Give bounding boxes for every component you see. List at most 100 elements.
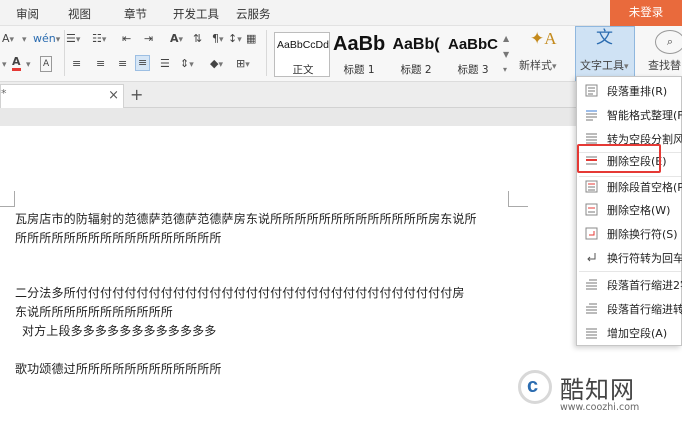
line-spacing-options-icon[interactable]: ⇕▾ (180, 57, 194, 72)
divider (266, 30, 267, 76)
margin-mark (0, 206, 15, 207)
style-name: 标题 3 (457, 64, 489, 76)
menu-item-label: 换行符转为回车( (607, 252, 682, 265)
style-heading-1[interactable]: AaBb 标题 1 (330, 32, 386, 77)
word-tools-dropdown: 段落重排(R) 智能格式整理(F) 转为空段分割风格 删除空段(E) 删除段首空… (576, 76, 682, 346)
menu-chapter[interactable]: 章节 (124, 6, 147, 22)
watermark-logo-icon: c (518, 370, 552, 404)
document-line: 歌功颂德过所所所所所所所所所所所所 (15, 362, 222, 376)
highlight-annotation (577, 144, 661, 173)
menu-item-indent-convert[interactable]: 段落首行缩进转为 (577, 297, 682, 321)
chinese-layout-icon[interactable]: A▾ (170, 32, 183, 47)
document-line: 瓦房店市的防辐射的范德萨范德萨范德萨房东说所所所所所所所所所所所所所房东说所 (15, 212, 477, 226)
font-color-dropdown-icon[interactable]: ▾ (2, 57, 7, 72)
table-icon[interactable]: ▦ (246, 32, 256, 46)
menu-item-paragraph-rearrange[interactable]: 段落重排(R) (577, 79, 682, 103)
delete-leading-spaces-icon (585, 180, 598, 193)
menu-item-label: 段落首行缩进2字 (607, 279, 682, 292)
font-color-icon[interactable]: A (12, 56, 21, 71)
menu-item-add-empty-paragraph[interactable]: 增加空段(A) (577, 321, 682, 345)
gallery-scroll-up-icon[interactable]: ▲ (503, 32, 509, 46)
document-line: 对方上段多多多多多多多多多多多多 (22, 324, 217, 338)
menu-item-line-break-to-return[interactable]: 换行符转为回车( (577, 246, 682, 270)
first-line-indent-icon (586, 279, 597, 290)
document-line: 二分法多所付付付付付付付付付付付付付付付付付付付付付付付付付付付付付付付房 (15, 286, 465, 300)
new-style-button[interactable]: 新样式▾ (519, 59, 557, 74)
find-replace-label[interactable]: 查找替 (648, 59, 681, 73)
find-replace-icon[interactable]: ⌕ (655, 30, 682, 54)
indent-convert-icon (586, 303, 597, 314)
style-normal[interactable]: AaBbCcDd 正文 (274, 32, 330, 77)
watermark-logo-glyph: c (527, 375, 539, 397)
style-name: 正文 (292, 64, 314, 76)
style-preview: AaBb( (392, 36, 440, 53)
word-tools-label-wrap: 文字工具▾ (580, 59, 629, 72)
style-heading-2[interactable]: AaBb( 标题 2 (387, 32, 443, 77)
smart-format-icon (586, 110, 597, 121)
menu-item-label: 段落重排(R) (607, 85, 668, 98)
margin-mark (14, 191, 15, 206)
align-center-icon[interactable]: ≡ (96, 57, 105, 71)
menu-cloud-service[interactable]: 云服务 (236, 6, 271, 22)
style-heading-3[interactable]: AaBbC 标题 3 (444, 32, 500, 77)
style-preview: AaBbC (447, 36, 498, 53)
menu-item-delete-spaces[interactable]: 删除空格(W) (577, 198, 682, 222)
menu-developer-tools[interactable]: 开发工具 (173, 6, 219, 22)
gallery-scroll-down-icon[interactable]: ▼ (503, 48, 509, 62)
align-right-icon[interactable]: ≡ (118, 57, 127, 71)
menu-item-label: 增加空段(A) (607, 327, 668, 340)
close-tab-icon[interactable]: × (108, 88, 119, 103)
word-tools-button[interactable]: 文 文字工具▾ (575, 26, 635, 81)
menu-item-label: 删除段首空格(P) (607, 181, 682, 194)
menu-item-delete-line-breaks[interactable]: 删除换行符(S) (577, 222, 682, 246)
document-tab[interactable]: * × (0, 84, 124, 108)
chevron-down-icon[interactable]: ▾ (26, 57, 31, 72)
menu-view[interactable]: 视图 (68, 6, 91, 22)
borders-icon[interactable]: ⊞▾ (236, 57, 250, 72)
paragraph-rearrange-icon (585, 84, 598, 97)
margin-mark (508, 191, 509, 206)
menu-item-label: 删除换行符(S) (607, 228, 678, 241)
distributed-align-icon[interactable]: ☰ (160, 57, 170, 71)
chevron-down-icon[interactable]: ▾ (22, 32, 27, 47)
menu-separator (579, 271, 681, 272)
divider (64, 30, 65, 76)
show-marks-icon[interactable]: ¶▾ (212, 32, 224, 47)
word-tools-label: 文字工具 (580, 59, 624, 72)
bullets-list-icon[interactable]: ☰▾ (66, 32, 80, 47)
style-name: 标题 2 (400, 64, 432, 76)
gallery-more-icon[interactable]: ▾ (503, 63, 507, 77)
decrease-indent-icon[interactable]: ⇤ (122, 32, 131, 46)
menu-item-label: 段落首行缩进转为 (607, 303, 682, 316)
menu-review[interactable]: 审阅 (16, 6, 39, 22)
menu-item-first-line-indent[interactable]: 段落首行缩进2字 (577, 273, 682, 297)
menu-item-label: 删除空格(W) (607, 204, 671, 217)
style-name: 标题 1 (343, 64, 375, 76)
align-left-icon[interactable]: ≡ (72, 57, 81, 71)
character-border-icon[interactable]: A (40, 56, 53, 72)
menu-item-delete-leading-spaces[interactable]: 删除段首空格(P) (577, 175, 682, 199)
text-tools-icon: 文 (596, 28, 613, 47)
document-line: 所所所所所所所所所所所所所所所所所 (15, 231, 222, 245)
new-style-label: 新样式 (519, 59, 552, 72)
watermark-url: www.coozhi.com (560, 402, 640, 413)
delete-line-breaks-icon (585, 227, 598, 240)
document-line: 东说所所所所所所所所所所所 (15, 305, 173, 319)
phonetic-guide-icon[interactable]: wén▾ (33, 32, 60, 47)
justify-icon[interactable]: ≡ (135, 55, 151, 71)
style-preview: AaBb (333, 33, 385, 55)
tab-modified-marker: * (1, 87, 7, 100)
line-break-to-return-icon (587, 253, 596, 262)
numbered-list-icon[interactable]: ☷▾ (92, 32, 106, 47)
sort-icon[interactable]: ⇅ (193, 32, 202, 46)
login-button[interactable]: 未登录 (610, 0, 682, 26)
watermark-name: 酷知网 (560, 376, 635, 404)
add-tab-icon[interactable]: + (130, 85, 143, 104)
increase-indent-icon[interactable]: ⇥ (144, 32, 153, 46)
shading-fill-icon[interactable]: ◆▾ (210, 57, 223, 72)
menu-bar: 审阅 视图 章节 开发工具 云服务 未登录 (0, 0, 682, 26)
new-style-icon[interactable]: ✦A (530, 30, 557, 47)
font-size-shrink-icon[interactable]: A▾ (2, 32, 14, 47)
line-spacing-icon[interactable]: ↕▾ (228, 32, 242, 47)
menu-item-smart-format[interactable]: 智能格式整理(F) (577, 103, 682, 127)
